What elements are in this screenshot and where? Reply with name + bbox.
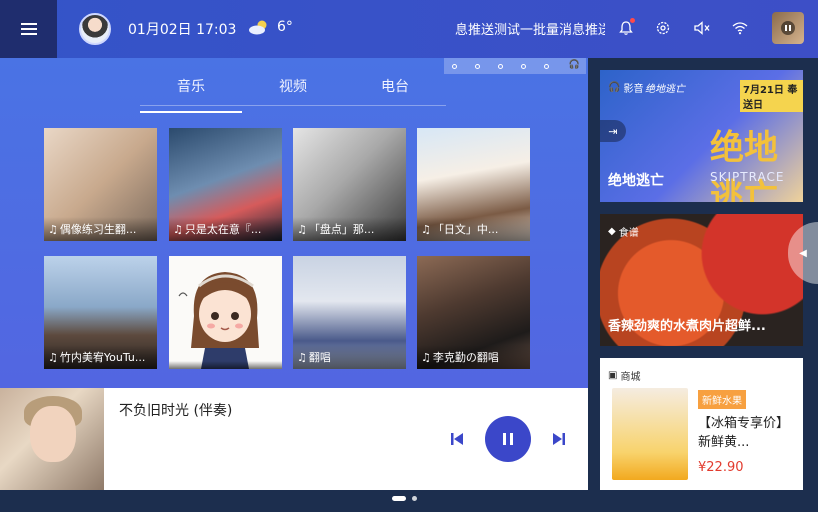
pause-icon (781, 21, 795, 35)
tab-music[interactable]: 音乐 (140, 76, 242, 113)
tab-radio[interactable]: 电台 (344, 76, 446, 105)
product-name: 【冰箱专享价】新鲜黄... (698, 416, 790, 450)
product-badge: 新鲜水果 (698, 390, 746, 409)
notification-button[interactable] (615, 17, 637, 39)
card-caption: 李克勤の翻唱 (432, 351, 499, 364)
volume-button[interactable] (691, 17, 713, 39)
top-bar: 01月02日 17:03 6° 息推送测试一批量消息推送 (0, 0, 818, 58)
music-card[interactable]: ♫ 李克勤の翻唱 (417, 256, 530, 369)
now-playing-mini[interactable] (772, 12, 804, 44)
product-price: ¥22.90 (698, 460, 744, 475)
settings-button[interactable] (652, 17, 674, 39)
music-player-bar: 不负旧时光 (伴奏) (0, 388, 588, 490)
poster-headline: 绝地逃亡 (710, 128, 778, 202)
mute-icon (694, 21, 710, 35)
movie-brand: 绝地逃亡 (645, 84, 685, 95)
headphones-icon: 🎧 (568, 60, 580, 70)
card-caption: 「日文」中... (432, 223, 499, 236)
exit-icon[interactable]: ⇥ (600, 120, 626, 142)
movie-card[interactable]: 🎧 影音 绝地逃亡 7月21日 奉送日 绝地逃亡 SKIPTRACE ⇥ 绝地逃亡 (600, 70, 803, 202)
page-indicator-strip: 🎧 (444, 58, 586, 74)
music-card[interactable]: ♫ 只是太在意『... (169, 128, 282, 241)
card-caption: 翻唱 (308, 351, 331, 364)
cloudy-sun-icon (249, 20, 267, 35)
shop-card[interactable]: ▣ 商城 新鲜水果 【冰箱专享价】新鲜黄... ¥22.90 (600, 358, 803, 490)
product-image (612, 388, 688, 480)
music-note-icon: ♫ (48, 223, 58, 236)
recipe-card[interactable]: ◆ 食谱 香辣劲爽的水煮肉片超鲜... (600, 214, 803, 346)
music-card[interactable]: ♫ 「盘点」那... (293, 128, 406, 241)
previous-button[interactable] (448, 430, 466, 448)
music-card[interactable]: ♫ 偶像练习生翻... (44, 128, 157, 241)
now-playing-cover[interactable] (0, 388, 104, 490)
page-dot-active[interactable] (392, 496, 406, 501)
unread-dot (630, 18, 635, 23)
temperature: 6° (277, 19, 293, 35)
music-card[interactable]: ♫ 翻唱 (293, 256, 406, 369)
music-note-icon: ♫ (297, 351, 307, 364)
movie-tag: 影音 (623, 84, 644, 95)
music-card[interactable] (169, 256, 282, 369)
card-caption: 「盘点」那... (308, 223, 375, 236)
song-title: 不负旧时光 (伴奏) (119, 403, 233, 419)
movie-title: 绝地逃亡 (608, 173, 664, 189)
date-time: 01月02日 17:03 (128, 22, 237, 38)
skip-previous-icon (451, 433, 463, 445)
shop-tag: 商城 (620, 372, 641, 383)
music-card[interactable]: ♫ 竹内美宥YouTu... (44, 256, 157, 369)
skip-next-icon (553, 433, 565, 445)
tab-video[interactable]: 视频 (242, 76, 344, 105)
music-note-icon: ♫ (297, 223, 307, 236)
music-note-icon: ♫ (421, 223, 431, 236)
shopping-bag-icon: ▣ (608, 370, 618, 381)
music-note-icon: ♫ (173, 223, 183, 236)
cartoon-girl-illustration (169, 256, 282, 369)
headphones-icon: 🎧 (608, 82, 621, 93)
play-pause-button[interactable] (485, 416, 531, 462)
wifi-icon (732, 22, 748, 35)
media-tabs: 音乐 视频 电台 (140, 76, 446, 113)
wifi-button[interactable] (729, 17, 751, 39)
menu-icon (20, 20, 37, 38)
notification-marquee[interactable]: 息推送测试一批量消息推送 (455, 19, 605, 38)
user-avatar[interactable] (79, 13, 111, 45)
gear-icon (656, 21, 670, 35)
recipe-title: 香辣劲爽的水煮肉片超鲜... (608, 319, 766, 334)
menu-button[interactable] (0, 0, 57, 58)
music-card[interactable]: ♫ 「日文」中... (417, 128, 530, 241)
music-note-icon: ♫ (48, 351, 58, 364)
recipe-tag: 食谱 (618, 228, 639, 239)
page-indicator (392, 496, 417, 501)
chevron-left-icon: ◀ (799, 247, 807, 259)
recipe-icon: ◆ (608, 226, 616, 237)
card-caption: 只是太在意『... (184, 223, 262, 236)
card-caption: 偶像练习生翻... (59, 223, 137, 236)
card-caption: 竹内美宥YouTu... (59, 351, 146, 364)
next-button[interactable] (550, 430, 568, 448)
movie-release-date: 7月21日 奉送日 (740, 80, 803, 112)
poster-subtitle: SKIPTRACE (710, 170, 785, 184)
pause-icon (501, 430, 515, 449)
page-dot[interactable] (412, 496, 417, 501)
music-note-icon: ♫ (421, 351, 431, 364)
